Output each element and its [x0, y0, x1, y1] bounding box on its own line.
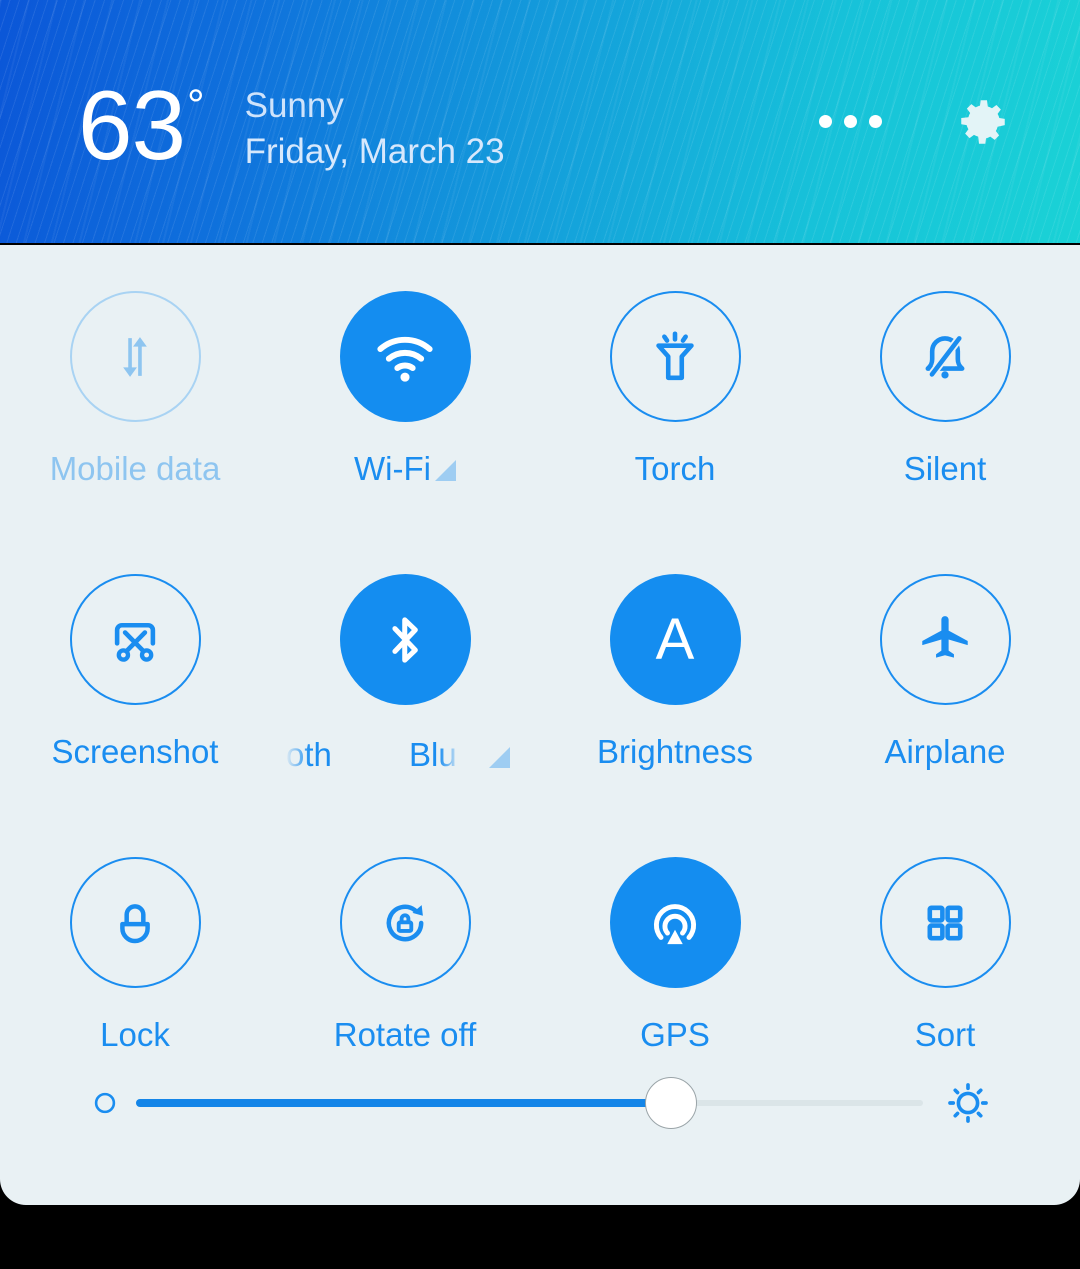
brightness-slider[interactable] [136, 1075, 923, 1131]
tile-label: Airplane [884, 733, 1005, 771]
tile-label: Torch [635, 450, 716, 488]
tile-label: Sort [915, 1016, 976, 1054]
overflow-menu-icon[interactable] [815, 101, 886, 142]
tile-wifi-label-row: Wi-Fi [354, 450, 456, 488]
tile-silent-label-row: Silent [904, 450, 987, 488]
tile-lock-label-row: Lock [100, 1016, 170, 1054]
quick-settings-tiles-grid: Mobile data Wi-Fi [0, 245, 1080, 1140]
bluetooth-icon [374, 609, 436, 671]
mobile-data-icon [106, 328, 164, 386]
tile-label: Lock [100, 1016, 170, 1054]
tile-label: GPS [640, 1016, 710, 1054]
tile-label: Brightness [597, 733, 753, 771]
padlock-icon [108, 896, 162, 950]
tile-bluetooth-circle [340, 574, 471, 705]
tile-label-scroll-head: Blu [409, 733, 457, 777]
tile-torch-label-row: Torch [635, 450, 716, 488]
brightness-slider-thumb[interactable] [645, 1077, 697, 1129]
tile-label: Silent [904, 450, 987, 488]
grid-four-squares-icon [921, 899, 969, 947]
tile-brightness[interactable]: A Brightness [540, 574, 810, 857]
brightness-high-sun-icon[interactable] [945, 1080, 991, 1126]
detail-expand-triangle-icon[interactable] [489, 747, 510, 768]
header-actions [815, 87, 1018, 157]
temperature-value: 63 [78, 80, 185, 170]
weather-text-block: Sunny Friday, March 23 [245, 85, 505, 172]
tile-gps-label-row: GPS [640, 1016, 710, 1054]
quick-settings-panel: Mobile data Wi-Fi [0, 245, 1080, 1205]
rotation-lock-icon [376, 894, 434, 952]
tile-mobile-data[interactable]: Mobile data [0, 291, 270, 574]
overflow-dot [844, 115, 857, 128]
brightness-slider-row [0, 1073, 1080, 1133]
tile-screenshot-circle [70, 574, 201, 705]
tile-airplane[interactable]: Airplane [810, 574, 1080, 857]
tile-sort-label-row: Sort [915, 1016, 976, 1054]
overflow-dot [819, 115, 832, 128]
degree-symbol: ° [187, 84, 205, 128]
tile-torch-circle [610, 291, 741, 422]
airplane-icon [916, 611, 974, 669]
wifi-icon [371, 323, 439, 391]
tile-rotate-off-label-row: Rotate off [334, 1016, 477, 1054]
tile-brightness-circle: A [610, 574, 741, 705]
tile-brightness-label-row: Brightness [597, 733, 753, 771]
tile-label: Rotate off [334, 1016, 477, 1054]
tile-bluetooth-label-marquee: oth Blu [280, 733, 530, 777]
tile-sort-circle [880, 857, 1011, 988]
tile-torch[interactable]: Torch [540, 291, 810, 574]
gear-icon[interactable] [948, 87, 1018, 157]
tile-gps-circle [610, 857, 741, 988]
tile-screenshot-label-row: Screenshot [52, 733, 219, 771]
tile-label-scroll-tail: oth [286, 733, 332, 777]
tile-mobile-data-circle [70, 291, 201, 422]
tile-mobile-data-label-row: Mobile data [50, 450, 221, 488]
tile-rotate-off-circle [340, 857, 471, 988]
tile-silent-circle [880, 291, 1011, 422]
tile-airplane-circle [880, 574, 1011, 705]
tile-wifi-circle [340, 291, 471, 422]
tile-lock-circle [70, 857, 201, 988]
tile-screenshot[interactable]: Screenshot [0, 574, 270, 857]
tile-airplane-label-row: Airplane [884, 733, 1005, 771]
flashlight-icon [646, 328, 704, 386]
tile-label: Mobile data [50, 450, 221, 488]
weather-condition: Sunny [245, 85, 505, 126]
auto-brightness-a-icon: A [656, 611, 695, 669]
tile-label: Wi-Fi [354, 450, 431, 488]
brightness-low-icon[interactable] [92, 1090, 118, 1116]
bell-off-icon [916, 328, 974, 386]
gps-location-icon [644, 892, 706, 954]
weather-date: Friday, March 23 [245, 131, 505, 172]
brightness-slider-fill [136, 1099, 671, 1107]
overflow-dot [869, 115, 882, 128]
quick-settings-screen: 63 ° Sunny Friday, March 23 [0, 0, 1080, 1269]
weather-header-content: 63 ° Sunny Friday, March 23 [0, 0, 1080, 243]
tile-wifi[interactable]: Wi-Fi [270, 291, 540, 574]
detail-expand-triangle-icon[interactable] [435, 460, 456, 481]
tile-bluetooth[interactable]: oth Blu [270, 574, 540, 857]
tile-silent[interactable]: Silent [810, 291, 1080, 574]
scissors-crop-icon [106, 611, 164, 669]
tile-label: Screenshot [52, 733, 219, 771]
weather-header: 63 ° Sunny Friday, March 23 [0, 0, 1080, 243]
temperature-block[interactable]: 63 ° [78, 80, 205, 170]
